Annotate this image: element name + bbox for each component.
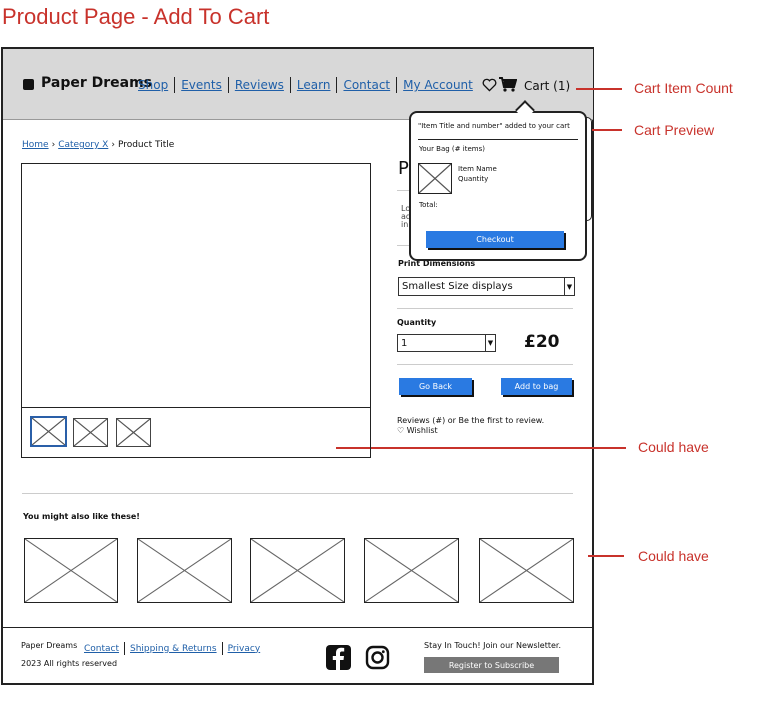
logo-icon	[23, 79, 34, 90]
annotation-cart-preview: Cart Preview	[634, 122, 715, 138]
nav-events[interactable]: Events	[181, 78, 222, 92]
nav-contact[interactable]: Contact	[343, 78, 390, 92]
product-price: £20	[524, 332, 560, 352]
heart-icon[interactable]	[482, 78, 497, 96]
newsletter-text: Stay In Touch! Join our Newsletter.	[424, 641, 562, 650]
nav-divider	[396, 77, 398, 93]
wishlist-label: Wishlist	[406, 426, 438, 435]
thumbnail-image[interactable]	[116, 418, 151, 447]
cart-count-link[interactable]: Cart (1)	[524, 79, 570, 93]
recommended-product-image[interactable]	[479, 538, 574, 603]
heart-icon: ♡	[397, 426, 405, 435]
nav-reviews[interactable]: Reviews	[235, 78, 284, 92]
reviews-link[interactable]: Reviews (#) or Be the first to review.	[397, 416, 544, 425]
recommended-product-image[interactable]	[24, 538, 118, 603]
annotation-line	[336, 447, 626, 449]
instagram-icon[interactable]	[365, 645, 390, 670]
footer-copyright: 2023 All rights reserved	[21, 659, 118, 668]
breadcrumb-home[interactable]: Home	[22, 140, 49, 150]
recommendations-heading: You might also like these!	[23, 512, 140, 521]
nav-learn[interactable]: Learn	[297, 78, 331, 92]
thumbnail-image[interactable]	[30, 416, 67, 447]
go-back-button[interactable]: Go Back	[399, 378, 472, 395]
annotation-line	[576, 88, 622, 90]
footer-brand: Paper Dreams	[21, 641, 78, 650]
annotation-could-have: Could have	[638, 439, 709, 455]
page-title: Product Page - Add To Cart	[2, 4, 270, 29]
facebook-icon[interactable]	[326, 645, 351, 670]
footer-link-privacy[interactable]: Privacy	[228, 644, 261, 654]
nav-divider	[174, 77, 176, 93]
add-to-bag-button[interactable]: Add to bag	[501, 378, 572, 395]
divider	[397, 364, 573, 365]
size-select-value: Smallest Size displays	[402, 281, 513, 292]
footer-link-divider	[221, 642, 223, 655]
recommended-product-image[interactable]	[364, 538, 459, 603]
annotation-line	[588, 129, 622, 131]
main-nav: Shop Events Reviews Learn Contact My Acc…	[138, 77, 473, 93]
cart-total: Total:	[419, 201, 438, 209]
divider	[418, 139, 578, 140]
checkout-button[interactable]: Checkout	[426, 231, 564, 248]
size-select[interactable]: Smallest Size displays ▼	[398, 277, 575, 296]
breadcrumb: Home › Category X › Product Title	[22, 140, 174, 150]
chevron-right-icon: ›	[51, 140, 56, 150]
cart-item-quantity: Quantity	[458, 175, 489, 183]
wishlist-link[interactable]: ♡ Wishlist	[397, 426, 438, 435]
breadcrumb-category[interactable]: Category X	[58, 140, 108, 150]
footer-links: Contact Shipping & Returns Privacy	[84, 642, 260, 655]
recommended-product-image[interactable]	[250, 538, 345, 603]
thumbnail-image[interactable]	[73, 418, 108, 447]
annotation-line	[588, 555, 624, 557]
subscribe-button[interactable]: Register to Subscribe	[424, 657, 559, 673]
cart-icon[interactable]	[499, 77, 518, 96]
nav-shop[interactable]: Shop	[138, 78, 168, 92]
divider	[397, 308, 573, 309]
annotation-could-have: Could have	[638, 548, 709, 564]
chevron-down-icon: ▼	[564, 278, 574, 295]
quantity-select[interactable]: 1 ▼	[397, 334, 496, 352]
bag-count-label: Your Bag (# items)	[419, 145, 485, 153]
cart-added-message: "Item Title and number" added to your ca…	[418, 122, 570, 130]
product-title: P	[398, 158, 409, 179]
nav-my-account[interactable]: My Account	[403, 78, 473, 92]
quantity-label: Quantity	[397, 318, 437, 327]
footer-link-contact[interactable]: Contact	[84, 644, 119, 654]
footer-divider	[3, 627, 593, 628]
annotation-cart-item-count: Cart Item Count	[634, 80, 733, 96]
chevron-down-icon: ▼	[485, 335, 495, 351]
quantity-value: 1	[401, 337, 408, 349]
cart-item-name: Item Name	[458, 165, 497, 173]
footer-link-shipping[interactable]: Shipping & Returns	[130, 644, 217, 654]
nav-divider	[227, 77, 229, 93]
breadcrumb-current: Product Title	[117, 140, 175, 150]
chevron-right-icon: ›	[111, 140, 115, 150]
nav-divider	[289, 77, 291, 93]
recommended-product-image[interactable]	[137, 538, 232, 603]
brand-name[interactable]: Paper Dreams	[41, 75, 152, 91]
footer-link-divider	[124, 642, 126, 655]
cart-item-image	[418, 163, 452, 194]
section-divider	[22, 493, 573, 494]
nav-divider	[336, 77, 338, 93]
